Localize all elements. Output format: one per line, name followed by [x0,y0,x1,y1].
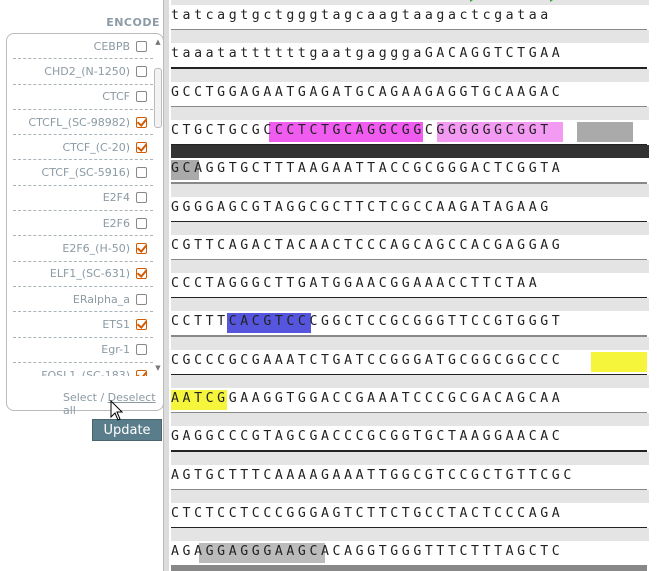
sequence-row[interactable]: GCAGGTGCTTTAAGAATTACCGCGGGACTCGGTA [171,161,647,176]
track-label: CEBPB [93,39,130,53]
track-strip [171,260,649,274]
track-checkbox[interactable] [136,65,147,77]
tfbs-annotation[interactable]: SP1 GATA-1 [549,0,625,4]
track-item[interactable]: E2F4 [13,186,153,212]
track-item[interactable]: FOSL1_(SC-183) [13,363,153,376]
sequence-row[interactable]: GAGGCCCGTAGCGACCCGCGGTGCTAAGGAACAC [171,429,647,444]
sequence-row[interactable]: CGCCCGCGAAATCTGATCCGGGATGCGGCGGCCC [171,353,647,368]
track-checkbox[interactable] [136,344,147,356]
sequence-row[interactable]: GCCTGGAGAATGAGATGCAGAAGAGGTGCAAGAC [171,85,647,100]
sequence-row[interactable]: AGTGCTTTCAAAAGAAATTGGCGTCCGCTGTTCGC [171,468,647,483]
track-item[interactable]: ERalpha_a [13,287,153,313]
sequence-viewer: tatcagtgctgggtagcaagtaagactcgataaZBTB33M… [169,0,658,571]
track-checkbox[interactable] [136,167,147,179]
sequence-row[interactable]: AATCGGAAGGTGGACCGAAATCCCGCGACAGCAA [171,391,647,406]
track-checkbox[interactable] [136,217,147,229]
track-item[interactable]: Egr-1 [13,338,153,363]
track-checkbox[interactable] [136,192,147,204]
track-label: ELF1_(SC-631) [49,267,130,281]
track-strip [171,375,649,388]
track-checkbox[interactable] [136,91,147,103]
track-label: E2F6_(H-50) [62,242,130,256]
vertical-scrollbar[interactable]: ▲ ▼ [153,38,163,372]
track-strip [171,298,649,312]
sequence-row[interactable]: CTGCTGCGCCCTCTGCAGGCGGCGGGGGGCGGT [171,123,647,138]
track-strip [171,145,649,159]
track-strip [171,106,649,120]
track-checkbox[interactable] [136,369,147,376]
track-strip [171,336,649,350]
track-checkbox-list[interactable]: CEBPB CHD2_(N-1250) CTCF CTCFL_(SC-98982) CT… [7,34,153,376]
separator: / [100,391,105,404]
sequence-row[interactable]: tatcagtgctgggtagcaagtaagactcgataa [171,8,647,23]
track-label: FOSL1_(SC-183) [41,368,130,377]
tfbs-annotation[interactable]: GATA-1 [469,0,545,4]
track-item[interactable]: ETS1 [13,312,153,338]
sequence-row[interactable]: CCCTAGGGCTTGATGGAACGGAAACCTTCTAA [171,276,647,291]
track-strip [171,413,649,427]
sequence-row[interactable]: GGGGAGCGTAGGCGCTTCTCGCCAAGATAGAAG [171,200,647,215]
mouse-cursor-icon [110,400,124,421]
encode-title: ENCODE [106,16,160,29]
track-item[interactable]: CTCF [13,85,153,110]
track-item[interactable]: CTCF_(C-20) [13,135,153,161]
left-panel: ENCODE CEBPB CHD2_(N-1250) CTCF CTCFL_(SC-9… [0,0,164,571]
track-strip [171,68,649,82]
select-all-link[interactable]: Select [63,391,97,404]
update-button[interactable]: Update [92,419,162,441]
scroll-down-icon[interactable]: ▼ [154,364,162,372]
track-label: E2F4 [102,191,130,205]
sequence-row[interactable]: taaatattttttgaatgagggaGACAGGTCTGAA [171,46,647,61]
track-item[interactable]: ELF1_(SC-631) [13,262,153,287]
track-item[interactable]: CEBPB [13,34,153,60]
track-label: CHD2_(N-1250) [44,64,130,78]
track-label: Egr-1 [101,343,130,357]
track-strip [171,221,649,235]
track-item[interactable]: CTCF_(SC-5916) [13,160,153,186]
track-checkbox[interactable] [136,141,147,153]
track-checkbox[interactable] [136,40,147,52]
sequence-row[interactable]: CGTTCAGACTACAACTCCCAGCAGCCACGAGGAG [171,238,647,253]
track-label: CTCF_(SC-5916) [41,166,130,180]
track-checkbox[interactable] [136,243,147,255]
track-label: ETS1 [102,317,130,331]
track-label: CTCF [102,90,130,104]
track-item[interactable]: CTCFL_(SC-98982) [13,110,153,136]
track-strip [171,183,649,197]
track-item[interactable]: E2F6_(H-50) [13,236,153,262]
track-label: CTCFL_(SC-98982) [28,115,130,129]
scrollbar-thumb[interactable] [154,68,162,128]
track-label: ERalpha_a [72,292,130,306]
scroll-up-icon[interactable]: ▲ [154,38,162,46]
track-strip [171,451,649,465]
track-item[interactable]: E2F6 [13,211,153,237]
sequence-row[interactable]: CTCTCCTCCCGGGAGTCTTCTGCCTACTCCCAGA [171,506,647,521]
track-checkbox[interactable] [136,268,147,280]
sequence-row[interactable]: AGAGGAGGGAAGCACAGGTGGGTTTCTTTAGCTC [171,544,647,559]
all-label: all [63,404,76,417]
sequence-row[interactable]: CCTTTCACGTCCCGGCTCCGCGGGTTCCGTGGGT [171,314,647,329]
track-checkbox[interactable] [136,318,147,330]
encode-track-list: CEBPB CHD2_(N-1250) CTCF CTCFL_(SC-98982) CT… [6,33,164,417]
track-label: E2F6 [102,216,130,230]
track-checkbox[interactable] [136,116,147,128]
track-item[interactable]: CHD2_(N-1250) [13,59,153,85]
track-strip [171,30,649,44]
annotation-track [171,565,647,571]
track-checkbox[interactable] [136,293,147,305]
track-strip [171,528,649,542]
track-strip [171,489,649,503]
track-label: CTCF_(C-20) [62,140,131,154]
